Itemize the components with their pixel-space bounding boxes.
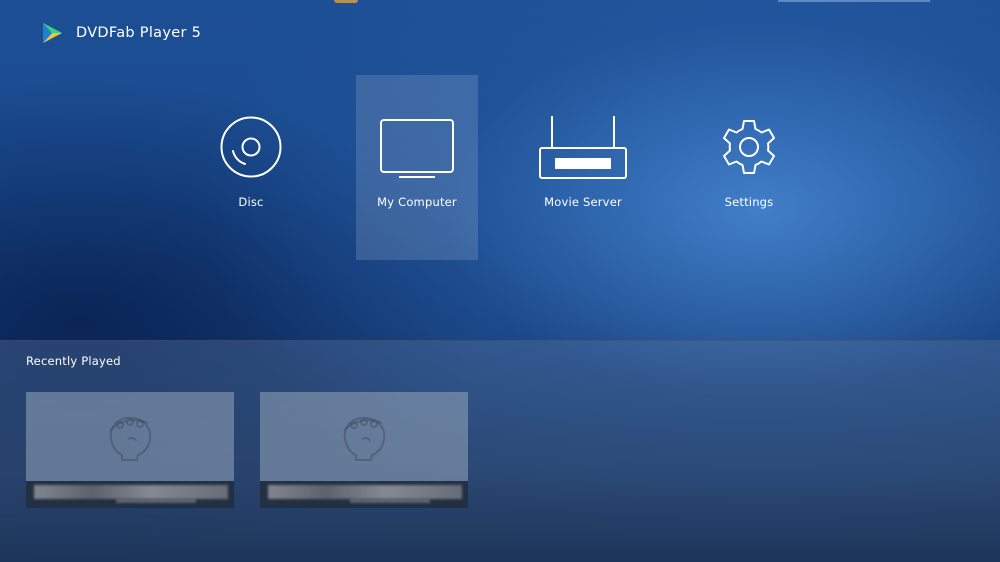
recent-item-title-bar — [260, 481, 468, 508]
recent-item-thumbnail — [260, 392, 468, 481]
recent-item-title-bar — [26, 481, 234, 508]
menu-item-label: My Computer — [377, 195, 457, 209]
menu-item-settings[interactable]: Settings — [688, 75, 810, 260]
menu-item-label: Movie Server — [544, 195, 622, 209]
movie-placeholder-icon — [343, 416, 386, 461]
app-title: DVDFab Player 5 — [76, 25, 202, 41]
disc-icon — [220, 116, 282, 178]
app-header: DVDFab Player 5 — [40, 20, 201, 46]
menu-item-my-computer[interactable]: My Computer — [356, 75, 478, 260]
top-decoration-bar — [778, 0, 930, 2]
recent-item[interactable] — [26, 392, 234, 508]
recent-item[interactable] — [260, 392, 468, 508]
menu-item-movie-server[interactable]: Movie Server — [522, 75, 644, 260]
menu-item-disc[interactable]: Disc — [190, 75, 312, 260]
recently-played-title: Recently Played — [26, 354, 121, 368]
movie-placeholder-icon — [109, 416, 152, 461]
top-decoration — [334, 0, 358, 3]
recent-item-thumbnail — [26, 392, 234, 481]
monitor-icon — [380, 119, 454, 178]
dvdfab-logo-icon — [43, 23, 62, 43]
menu-item-label: Disc — [238, 195, 264, 209]
router-icon — [539, 116, 627, 179]
gear-icon — [723, 120, 775, 174]
menu-item-label: Settings — [724, 195, 774, 209]
